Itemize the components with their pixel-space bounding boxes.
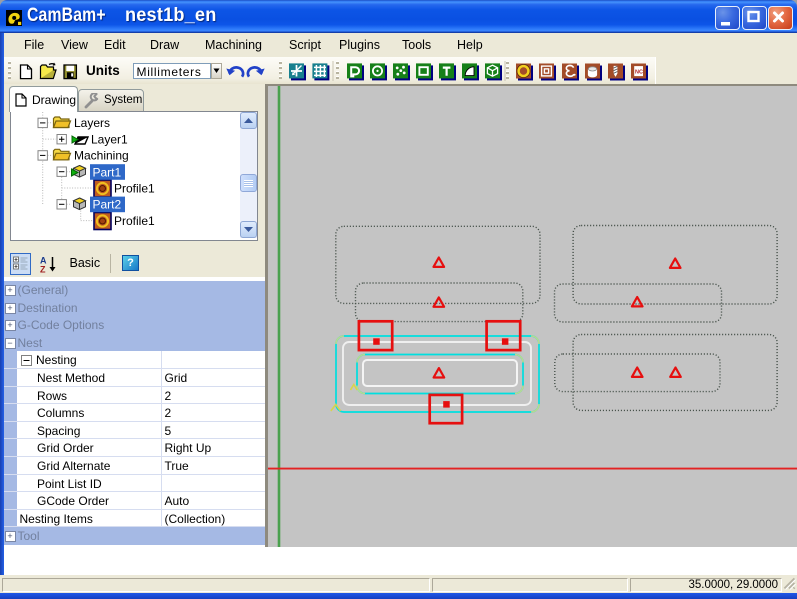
svg-text:Profile1: Profile1 (114, 214, 155, 228)
svg-text:Z: Z (40, 265, 46, 275)
svg-text:Layer1: Layer1 (91, 132, 128, 146)
svg-text:Layers: Layers (74, 116, 110, 130)
svg-text:Machining: Machining (74, 149, 129, 163)
svg-text:Profile1: Profile1 (114, 181, 155, 195)
svg-text:Part2: Part2 (93, 198, 122, 212)
svg-text:NC: NC (635, 70, 643, 76)
svg-text:Part1: Part1 (93, 165, 122, 179)
